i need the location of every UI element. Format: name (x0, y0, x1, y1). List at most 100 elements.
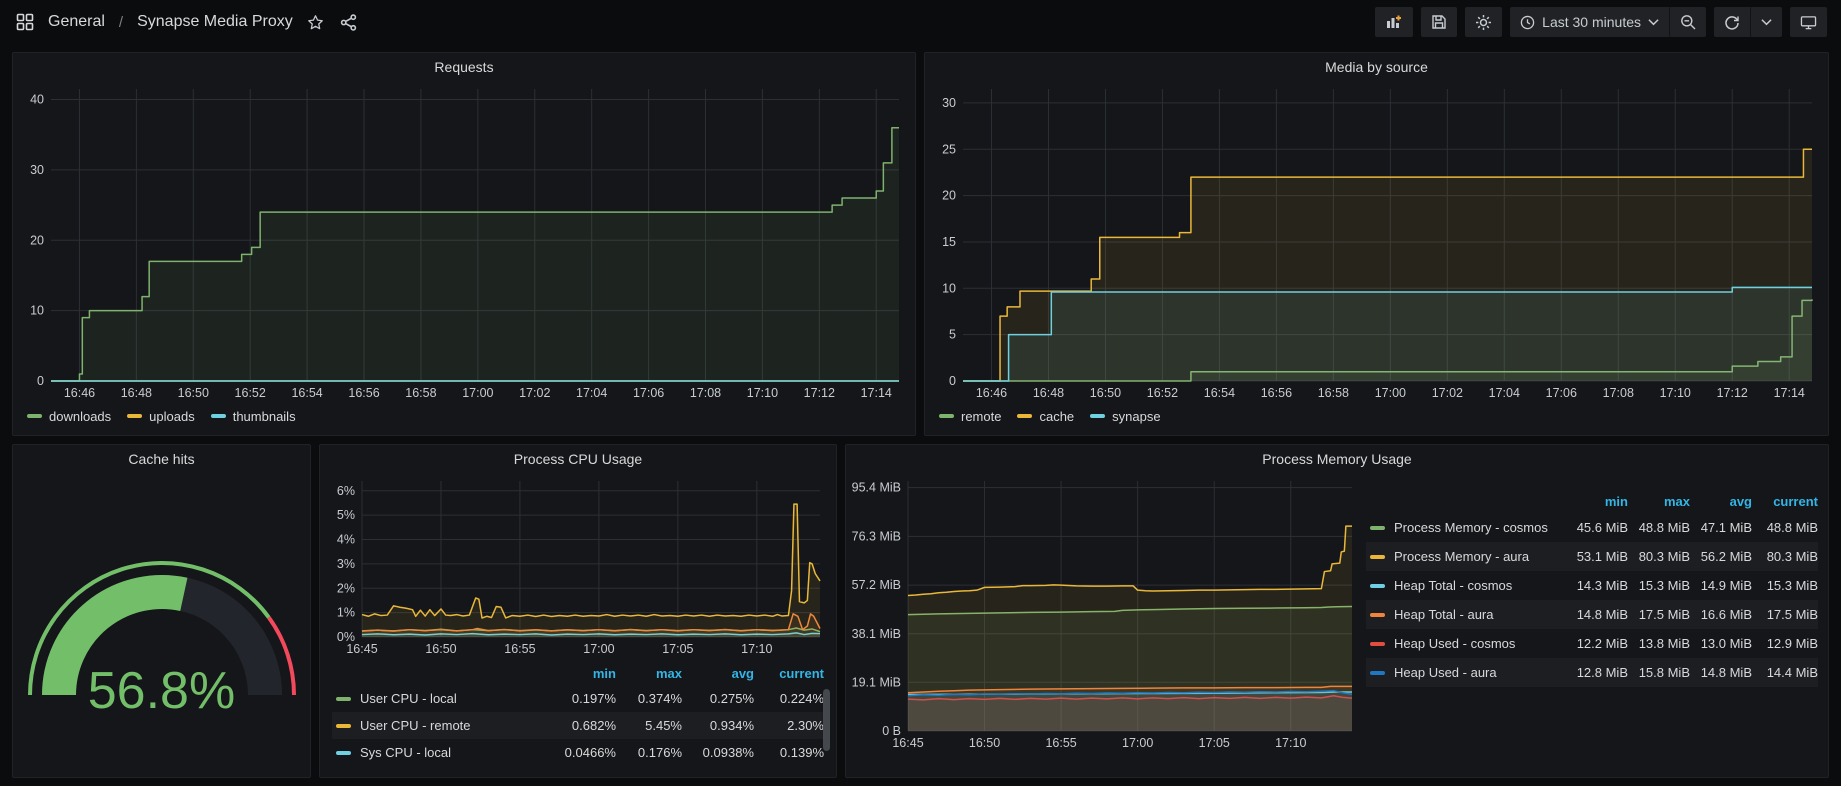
breadcrumb-separator: / (117, 14, 125, 31)
legend-item-synapse[interactable]: synapse (1090, 409, 1160, 424)
breadcrumb-dashboard-title[interactable]: Synapse Media Proxy (137, 13, 293, 31)
column-header-min[interactable]: min (1566, 494, 1628, 509)
x-axis-tick: 16:48 (121, 386, 152, 400)
time-controls: Last 30 minutes (1510, 7, 1706, 37)
legend-label: thumbnails (233, 409, 296, 424)
chevron-down-icon (1648, 18, 1659, 26)
x-axis-tick: 17:00 (1375, 386, 1406, 400)
column-header-current[interactable]: current (754, 666, 824, 681)
legend-table-row: Heap Total - cosmos14.3 MiB15.3 MiB14.9 … (1366, 571, 1818, 600)
avg-value: 13.0 MiB (1690, 636, 1752, 651)
legend-scrollbar[interactable] (823, 689, 830, 751)
avg-value: 0.275% (682, 691, 754, 706)
legend-swatch (1370, 613, 1385, 617)
panel-title[interactable]: Media by source (925, 53, 1828, 81)
zoom-out-button[interactable] (1669, 7, 1706, 37)
star-icon[interactable] (305, 12, 326, 33)
dashboard-settings-button[interactable] (1465, 7, 1502, 37)
time-range-picker[interactable]: Last 30 minutes (1510, 7, 1669, 37)
x-axis-tick: 17:06 (1546, 386, 1577, 400)
y-axis-tick: 6% (337, 484, 355, 498)
share-icon[interactable] (338, 12, 359, 33)
column-header-min[interactable]: min (550, 666, 616, 681)
legend-label: uploads (149, 409, 195, 424)
cycle-view-mode-button[interactable] (1790, 7, 1827, 37)
avg-value: 16.6 MiB (1690, 607, 1752, 622)
panel-title[interactable]: Cache hits (13, 445, 310, 473)
y-axis-tick: 4% (337, 533, 355, 547)
requests-chart[interactable]: 01020304016:4616:4816:5016:5216:5416:561… (21, 81, 907, 401)
series-toggle[interactable]: Process Memory - aura (1366, 549, 1566, 564)
legend-table-row: User CPU - remote0.682%5.45%0.934%2.30% (332, 712, 824, 739)
x-axis-tick: 17:00 (583, 642, 614, 656)
panel-process-cpu-usage: Process CPU Usage 0%1%2%3%4%5%6%16:4516:… (319, 444, 837, 778)
refresh-icon (1724, 14, 1740, 30)
y-axis-tick: 30 (942, 96, 956, 110)
series-toggle[interactable]: Process Memory - cosmos (1366, 520, 1566, 535)
max-value: 5.45% (616, 718, 682, 733)
x-axis-tick: 17:06 (633, 386, 664, 400)
gauge-value: 56.8% (22, 661, 302, 721)
legend-item-cache[interactable]: cache (1017, 409, 1074, 424)
legend-item-thumbnails[interactable]: thumbnails (211, 409, 296, 424)
series-toggle[interactable]: User CPU - remote (332, 718, 550, 733)
legend-item-downloads[interactable]: downloads (27, 409, 111, 424)
legend-swatch (336, 697, 351, 701)
dashboard-header: General / Synapse Media Proxy (0, 0, 1841, 44)
x-axis-tick: 17:02 (519, 386, 550, 400)
x-axis-tick: 16:45 (892, 736, 923, 750)
x-axis-tick: 17:10 (747, 386, 778, 400)
current-value: 14.4 MiB (1752, 665, 1818, 680)
clock-icon (1520, 15, 1535, 30)
panel-title[interactable]: Requests (13, 53, 915, 81)
refresh-interval-dropdown[interactable] (1750, 7, 1782, 37)
avg-value: 14.9 MiB (1690, 578, 1752, 593)
legend-swatch (336, 724, 351, 728)
x-axis-tick: 17:05 (662, 642, 693, 656)
min-value: 12.8 MiB (1566, 665, 1628, 680)
legend-swatch (1370, 555, 1385, 559)
requests-legend: downloads uploads thumbnails (27, 405, 915, 427)
x-axis-tick: 17:04 (576, 386, 607, 400)
legend-table-header: minmaxavgcurrent (332, 661, 824, 685)
x-axis-tick: 17:12 (804, 386, 835, 400)
add-panel-button[interactable] (1375, 7, 1413, 37)
legend-table-row: Heap Used - cosmos12.2 MiB13.8 MiB13.0 M… (1366, 629, 1818, 658)
media-by-source-chart[interactable]: 05101520253016:4616:4816:5016:5216:5416:… (933, 81, 1820, 401)
breadcrumb-section[interactable]: General (48, 13, 105, 31)
x-axis-tick: 16:50 (1090, 386, 1121, 400)
series-toggle[interactable]: Heap Total - cosmos (1366, 578, 1566, 593)
column-header-current[interactable]: current (1752, 494, 1818, 509)
legend-item-remote[interactable]: remote (939, 409, 1001, 424)
y-axis-tick: 57.2 MiB (852, 578, 901, 592)
series-toggle[interactable]: Sys CPU - local (332, 745, 550, 760)
series-fill-synapse (963, 287, 1812, 381)
column-header-avg[interactable]: avg (682, 666, 754, 681)
panel-title[interactable]: Process Memory Usage (846, 445, 1828, 473)
column-header-max[interactable]: max (1628, 494, 1690, 509)
legend-item-uploads[interactable]: uploads (127, 409, 195, 424)
refresh-button[interactable] (1714, 7, 1750, 37)
min-value: 0.0466% (550, 745, 616, 760)
dashboards-grid-icon[interactable] (14, 11, 36, 33)
legend-table-row: Heap Total - aura14.8 MiB17.5 MiB16.6 Mi… (1366, 600, 1818, 629)
memory-chart[interactable]: 0 B19.1 MiB38.1 MiB57.2 MiB76.3 MiB95.4 … (852, 473, 1360, 751)
series-toggle[interactable]: Heap Used - cosmos (1366, 636, 1566, 651)
x-axis-tick: 16:54 (1204, 386, 1235, 400)
save-dashboard-button[interactable] (1421, 7, 1457, 37)
series-toggle[interactable]: User CPU - local (332, 691, 550, 706)
current-value: 48.8 MiB (1752, 520, 1818, 535)
panel-title[interactable]: Process CPU Usage (320, 445, 836, 473)
cpu-chart[interactable]: 0%1%2%3%4%5%6%16:4516:5016:5517:0017:051… (328, 473, 828, 657)
min-value: 45.6 MiB (1566, 520, 1628, 535)
column-header-avg[interactable]: avg (1690, 494, 1752, 509)
y-axis-tick: 10 (942, 281, 956, 295)
x-axis-tick: 16:58 (405, 386, 436, 400)
series-toggle[interactable]: Heap Total - aura (1366, 607, 1566, 622)
column-header-max[interactable]: max (616, 666, 682, 681)
media-legend: remote cache synapse (939, 405, 1828, 427)
series-toggle[interactable]: Heap Used - aura (1366, 665, 1566, 680)
y-axis-tick: 76.3 MiB (852, 529, 901, 543)
x-axis-tick: 16:56 (348, 386, 379, 400)
y-axis-tick: 0 (949, 374, 956, 388)
